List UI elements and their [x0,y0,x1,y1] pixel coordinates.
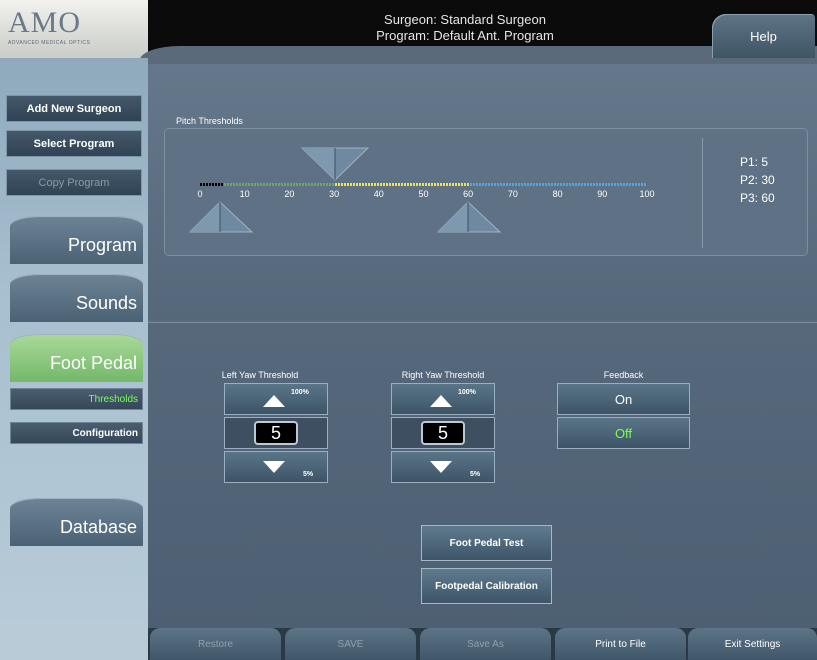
arrow-up-icon [430,395,452,407]
left-yaw-label: Left Yaw Threshold [221,370,299,380]
sidebar-item-foot-pedal[interactable]: Foot Pedal [10,334,143,382]
feedback-on-button[interactable]: On [557,383,690,415]
left-yaw-value: 5 [254,421,298,445]
pitch-tick-label: 60 [463,189,474,199]
p3-handle[interactable] [436,200,502,234]
footpedal-calibration-button[interactable]: Footpedal Calibration [421,568,552,604]
sidebar-item-configuration[interactable]: Configuration [10,422,143,444]
pitch-divider [702,138,703,248]
save-button[interactable]: SAVE [285,628,416,660]
sidebar-item-sounds[interactable]: Sounds [10,274,143,322]
pitch-tick-label: 50 [418,189,429,199]
restore-button[interactable]: Restore [150,628,281,660]
p3-value: P3: 60 [740,191,775,205]
feedback-label: Feedback [603,370,644,380]
pitch-panel [164,128,808,256]
print-to-file-button[interactable]: Print to File [555,628,686,660]
sidebar-item-database[interactable]: Database [10,498,143,546]
logo: AMO [8,6,82,39]
logo-subtitle: ADVANCED MEDICAL OPTICS [8,40,91,46]
exit-settings-button[interactable]: Exit Settings [688,628,817,660]
pitch-tick-label: 80 [552,189,563,199]
sidebar-item-thresholds[interactable]: Thresholds [10,388,143,410]
help-button[interactable]: Help [712,14,815,58]
left-yaw-down-button[interactable]: 5% [224,451,328,483]
left-yaw-max: 100% [291,389,309,396]
add-new-surgeon-button[interactable]: Add New Surgeon [6,95,142,122]
p2-value: P2: 30 [740,173,775,187]
header-info: Surgeon: Standard Surgeon Program: Defau… [300,12,630,44]
arrow-down-icon [263,461,285,473]
pitch-tick-label: 30 [329,189,340,199]
right-yaw-min: 5% [470,471,481,478]
program-label: Program: Default Ant. Program [376,28,554,43]
right-yaw-value-box: 5 [391,417,495,449]
pitch-tick-label: 20 [284,189,295,199]
right-yaw-max: 100% [458,389,476,396]
p1-handle[interactable] [188,200,254,234]
arrow-up-icon [263,395,285,407]
pitch-tick-label: 70 [507,189,518,199]
copy-program-button[interactable]: Copy Program [6,169,142,196]
pitch-thresholds-title: Pitch Thresholds [176,116,243,126]
foot-pedal-test-button[interactable]: Foot Pedal Test [421,525,552,561]
left-yaw-up-button[interactable]: 100% [224,383,328,415]
left-yaw-value-box: 5 [224,417,328,449]
pitch-tick-label: 10 [239,189,250,199]
pitch-tick-label: 100 [639,189,655,199]
right-yaw-down-button[interactable]: 5% [391,451,495,483]
arrow-down-icon [430,461,452,473]
right-yaw-label: Right Yaw Threshold [401,370,485,380]
sidebar-footer [0,628,148,660]
feedback-off-button[interactable]: Off [557,417,690,449]
right-yaw-value: 5 [421,421,465,445]
pitch-tick-label: 0 [197,189,203,199]
save-as-button[interactable]: Save As [420,628,551,660]
pitch-scale [200,183,646,186]
pitch-tick-label: 40 [373,189,384,199]
left-yaw-min: 5% [303,471,314,478]
p2-handle[interactable] [300,146,370,182]
right-yaw-up-button[interactable]: 100% [391,383,495,415]
p1-value: P1: 5 [740,155,769,169]
sidebar-item-program[interactable]: Program [10,216,143,264]
surgeon-label: Surgeon: Standard Surgeon [384,12,546,27]
pitch-tick-label: 90 [597,189,608,199]
select-program-button[interactable]: Select Program [6,130,142,157]
sidebar: Add New Surgeon Select Program Copy Prog… [0,58,148,628]
